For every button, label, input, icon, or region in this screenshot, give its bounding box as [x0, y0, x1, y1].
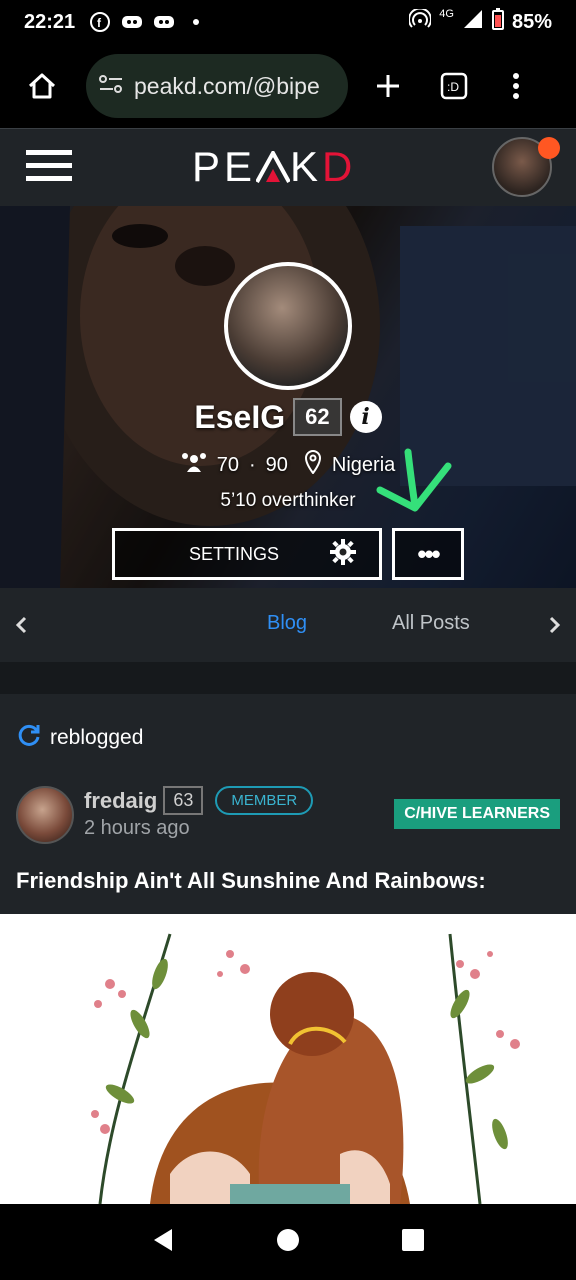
notification-badge[interactable]	[538, 137, 560, 159]
back-triangle-icon	[153, 1228, 172, 1251]
new-tab-button[interactable]	[362, 60, 414, 112]
url-text: peakd.com/@bipe	[134, 72, 320, 99]
peakd-logo[interactable]: PE KD	[192, 143, 356, 191]
facebook-icon: f	[89, 11, 111, 33]
stats-separator: ·	[248, 453, 256, 476]
logo-a-glyph	[255, 148, 291, 183]
location-icon	[304, 450, 322, 480]
post-author-row: fredaig 63 MEMBER 2 hours ago	[16, 786, 314, 844]
status-time: 22:21	[24, 10, 76, 33]
discord-icon	[121, 11, 143, 33]
home-button[interactable]	[16, 60, 68, 112]
member-badge: MEMBER	[215, 786, 314, 815]
site-header: PE KD	[0, 128, 576, 206]
site-settings-icon[interactable]	[98, 73, 124, 100]
home-nav-button[interactable]	[275, 1227, 301, 1258]
tab-switcher-button[interactable]: :D	[428, 60, 480, 112]
author-reputation: 63	[163, 786, 204, 815]
profile-avatar[interactable]	[224, 262, 352, 390]
svg-text:f: f	[97, 16, 102, 30]
kebab-menu-icon	[513, 73, 519, 99]
android-nav-bar	[0, 1204, 576, 1280]
browser-toolbar: peakd.com/@bipe :D	[0, 44, 576, 128]
back-button[interactable]	[150, 1227, 176, 1258]
battery-icon	[491, 8, 504, 36]
reblog-indicator: reblogged	[16, 722, 143, 754]
info-icon[interactable]: i	[349, 401, 382, 433]
battery-percent: 85%	[511, 10, 552, 33]
profile-bio: 5’10 overthinker	[220, 490, 356, 511]
settings-label: SETTINGS	[189, 543, 280, 564]
profile-name-row: EseIG 62 i	[0, 398, 576, 436]
author-name[interactable]: fredaig	[84, 788, 157, 814]
tab-all-posts[interactable]: All Posts	[392, 612, 470, 635]
followers-icon	[181, 451, 207, 479]
profile-name: EseIG	[194, 398, 286, 435]
annotation-arrow-icon	[370, 440, 460, 525]
community-badge[interactable]: C/HIVE LEARNERS	[394, 799, 560, 829]
followers-count[interactable]: 70	[217, 454, 239, 477]
reblog-icon	[16, 722, 42, 754]
settings-button[interactable]: SETTINGS	[112, 528, 382, 580]
chevron-right-icon[interactable]	[542, 610, 568, 640]
network-type: 4G	[439, 8, 454, 20]
home-icon	[28, 73, 56, 99]
reblogged-label: reblogged	[50, 726, 144, 749]
more-options-button[interactable]: •••	[392, 528, 464, 580]
browser-menu-button[interactable]	[490, 60, 542, 112]
hotspot-icon	[408, 7, 433, 35]
url-bar[interactable]: peakd.com/@bipe	[86, 54, 348, 118]
signal-icon	[462, 9, 484, 35]
reputation-badge: 62	[293, 398, 342, 436]
notification-dot-icon	[185, 11, 207, 33]
home-circle-icon	[276, 1228, 299, 1251]
chevron-left-icon[interactable]	[8, 610, 34, 640]
gear-icon	[329, 538, 357, 571]
hamburger-menu-button[interactable]	[26, 148, 72, 187]
profile-stats: 70 · 90 Nigeria	[0, 450, 576, 480]
status-bar: 22:21 f 4G 85%	[0, 0, 576, 44]
plus-icon	[377, 75, 399, 97]
section-divider	[0, 662, 576, 694]
post-card[interactable]: reblogged fredaig 63 MEMBER 2 hours ago …	[0, 694, 576, 914]
post-time[interactable]: 2 hours ago	[84, 817, 313, 840]
tab-blog[interactable]: Blog	[267, 612, 307, 635]
author-avatar[interactable]	[16, 786, 74, 844]
recents-button[interactable]	[400, 1227, 426, 1258]
profile-tabs: Blog All Posts	[0, 588, 576, 662]
hamburger-icon	[26, 150, 72, 181]
post-thumbnail[interactable]	[0, 914, 576, 1204]
tabs-icon: :D	[440, 72, 468, 100]
post-title[interactable]: Friendship Ain't All Sunshine And Rainbo…	[16, 868, 486, 894]
recents-square-icon	[402, 1228, 425, 1251]
svg-text::D: :D	[447, 80, 459, 94]
discord-icon-2	[153, 11, 175, 33]
following-count[interactable]: 90	[266, 454, 288, 477]
